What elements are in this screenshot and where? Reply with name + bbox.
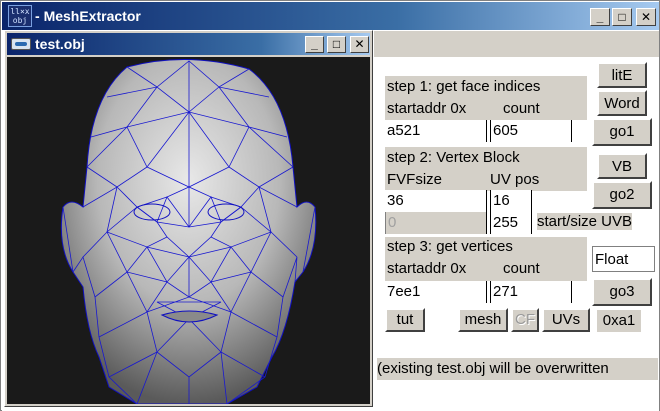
step1-count-label: count [503,100,540,117]
go2-button[interactable]: go2 [592,181,652,209]
app-title: - MeshExtractor [35,8,141,24]
cf-button: CF [511,308,539,332]
child-close-button[interactable]: ✕ [350,36,369,53]
go3-button[interactable]: go3 [592,278,652,306]
tut-button[interactable]: tut [385,308,425,332]
step1-count-input[interactable]: 605 [490,120,572,142]
app-icon-bottom-text: obj [12,16,28,25]
app-icon: ll×x obj [8,5,32,27]
step2-fvf-input[interactable]: 36 [385,190,487,212]
step1-startaddr-label: startaddr 0x [387,100,467,117]
mesh-button[interactable]: mesh [458,308,508,332]
app-title-text: MeshExtractor [43,8,141,24]
uvs-button[interactable]: UVs [542,308,590,332]
step2-uvpos-label: UV pos [490,171,540,188]
step2-startsize-label: start/size UVB [537,213,633,230]
go1-button[interactable]: go1 [592,118,652,146]
child-titlebar[interactable]: test.obj _ □ ✕ [7,33,370,55]
step3-count-label: count [503,260,540,277]
step3-startaddr-label: startaddr 0x [387,260,467,277]
child-minimize-button[interactable]: _ [305,36,324,53]
obj-file-icon [11,38,31,50]
step3-count-input[interactable]: 271 [490,281,572,303]
word-button[interactable]: Word [597,90,647,116]
mesh-render [60,59,317,404]
vb-button[interactable]: VB [597,153,647,179]
float-field[interactable]: Float [592,246,655,272]
lite-button[interactable]: litE [597,62,647,88]
hex-value-label: 0xa1 [597,310,641,332]
head-surface [60,59,317,404]
step2-uvpos-input[interactable]: 16 [490,190,532,212]
step2-uvb-start-input: 0 [385,212,487,234]
status-text: (existing test.obj will be overwritten [377,358,658,380]
minimize-button[interactable]: _ [590,8,610,26]
child-title: test.obj [35,36,85,52]
step1-startaddr-input[interactable]: a521 [385,120,487,142]
child-window: test.obj _ □ ✕ [4,30,373,407]
step2-uvb-size-input[interactable]: 255 [490,212,532,234]
step2-title: step 2: Vertex Block [387,149,520,166]
maximize-button[interactable]: □ [612,8,632,26]
panel-top-strip [374,31,659,57]
close-button[interactable]: ✕ [636,8,656,26]
app-icon-top-text: ll×x [10,7,30,16]
step1-title: step 1: get face indices [387,78,541,95]
step2-fvf-label: FVFsize [387,171,443,188]
main-titlebar[interactable]: ll×x obj - MeshExtractor _ □ ✕ [2,2,659,30]
child-maximize-button[interactable]: □ [327,36,346,53]
step3-startaddr-input[interactable]: 7ee1 [385,281,487,303]
step3-title: step 3: get vertices [387,238,513,255]
mesh-viewport[interactable] [7,57,370,404]
